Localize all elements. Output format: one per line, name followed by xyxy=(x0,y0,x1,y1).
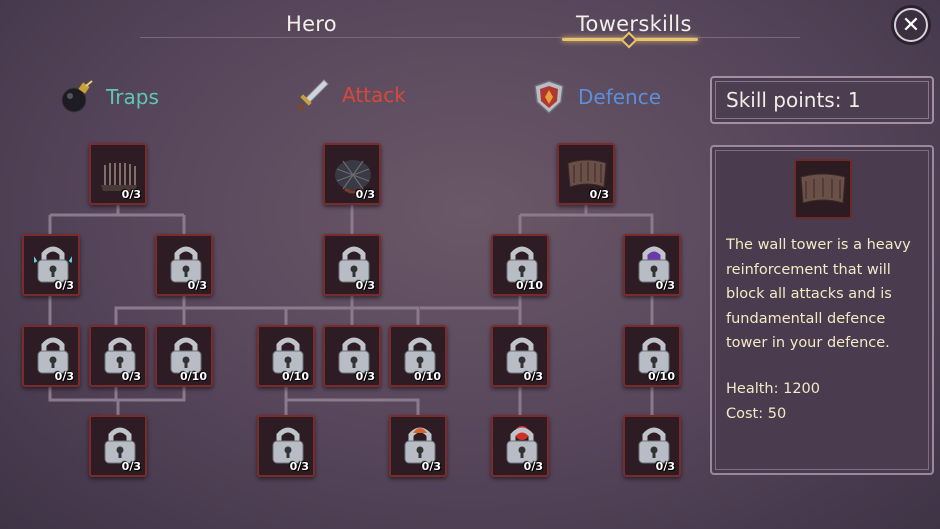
skill-node-attack-r3c[interactable]: 0/10 xyxy=(389,325,447,387)
skill-points-box: Skill points: 1 xyxy=(710,76,934,124)
skill-node-defence-r2b[interactable]: 0/3 xyxy=(623,234,681,296)
skill-count: 0/3 xyxy=(655,460,675,473)
skill-node-defence-r3a[interactable]: 0/3 xyxy=(491,325,549,387)
skill-points-label: Skill points: 1 xyxy=(726,88,861,112)
skill-node-defence-r4b[interactable]: 0/3 xyxy=(623,415,681,477)
skill-node-attack-root[interactable]: 0/3 xyxy=(323,143,381,205)
skill-node-traps-r2b[interactable]: 0/3 xyxy=(155,234,213,296)
skill-node-traps-r3c[interactable]: 0/10 xyxy=(155,325,213,387)
skill-count: 0/3 xyxy=(655,279,675,292)
skill-count: 0/3 xyxy=(54,279,74,292)
wall-icon xyxy=(794,159,852,219)
skill-node-attack-r2[interactable]: 0/3 xyxy=(323,234,381,296)
skill-node-traps-r2a[interactable]: 0/3 xyxy=(22,234,80,296)
skill-count: 0/3 xyxy=(523,370,543,383)
skill-count: 0/10 xyxy=(282,370,309,383)
skill-count: 0/3 xyxy=(355,370,375,383)
close-icon: ✕ xyxy=(901,12,921,38)
skill-node-attack-r4a[interactable]: 0/3 xyxy=(257,415,315,477)
info-cost: Cost: 50 xyxy=(726,406,787,422)
skill-node-traps-r4[interactable]: 0/3 xyxy=(89,415,147,477)
skill-node-traps-root[interactable]: 0/3 xyxy=(89,143,147,205)
skill-count: 0/3 xyxy=(355,279,375,292)
skill-count: 0/3 xyxy=(121,370,141,383)
skill-count: 0/3 xyxy=(121,188,141,201)
skill-count: 0/3 xyxy=(589,188,609,201)
skill-node-defence-r2a[interactable]: 0/10 xyxy=(491,234,549,296)
skill-count: 0/10 xyxy=(516,279,543,292)
skill-node-attack-r3b[interactable]: 0/3 xyxy=(323,325,381,387)
skill-count: 0/3 xyxy=(54,370,74,383)
skill-node-defence-root[interactable]: 0/3 xyxy=(557,143,615,205)
info-description: The wall tower is a heavy reinforcement … xyxy=(726,237,911,351)
close-button[interactable]: ✕ xyxy=(894,8,928,42)
skill-node-attack-r3a[interactable]: 0/10 xyxy=(257,325,315,387)
skill-count: 0/10 xyxy=(180,370,207,383)
skill-count: 0/3 xyxy=(289,460,309,473)
skill-node-traps-r3b[interactable]: 0/3 xyxy=(89,325,147,387)
skill-count: 0/3 xyxy=(121,460,141,473)
skill-node-attack-r4b[interactable]: 0/3 xyxy=(389,415,447,477)
skill-node-traps-r3a[interactable]: 0/3 xyxy=(22,325,80,387)
skill-count: 0/10 xyxy=(648,370,675,383)
skill-count: 0/3 xyxy=(421,460,441,473)
info-health: Health: 1200 xyxy=(726,381,821,397)
skill-count: 0/3 xyxy=(187,279,207,292)
info-panel: The wall tower is a heavy reinforcement … xyxy=(710,145,934,475)
skill-count: 0/3 xyxy=(523,460,543,473)
skill-count: 0/3 xyxy=(355,188,375,201)
skill-node-defence-r3b[interactable]: 0/10 xyxy=(623,325,681,387)
skill-count: 0/10 xyxy=(414,370,441,383)
skill-node-defence-r4a[interactable]: 0/3 xyxy=(491,415,549,477)
